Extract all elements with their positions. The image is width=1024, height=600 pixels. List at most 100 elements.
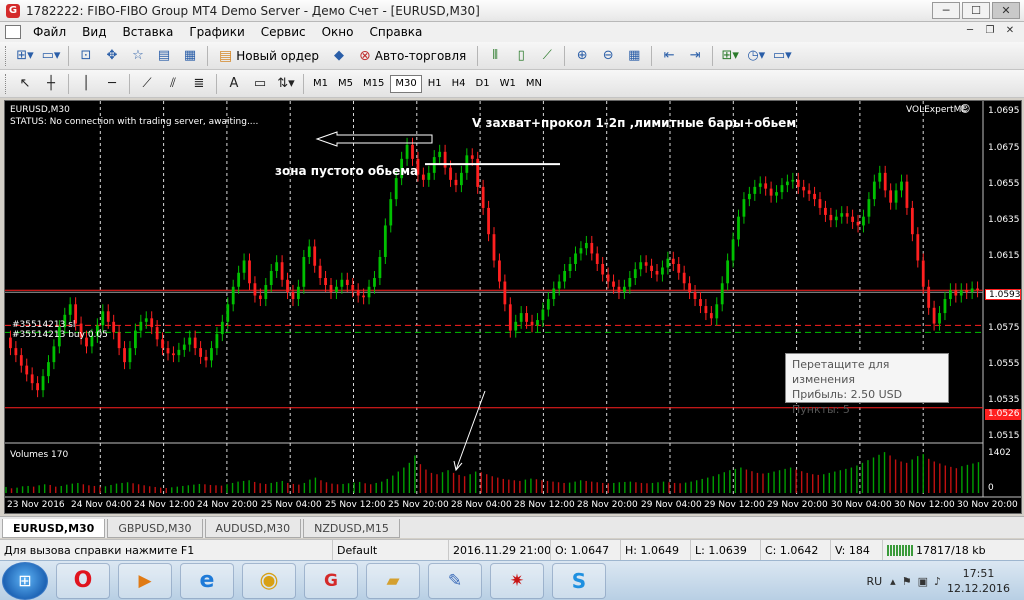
autotrade-button[interactable]: ⊗ Авто-торговля — [354, 45, 471, 67]
navigator-icon[interactable]: ☆ — [127, 45, 149, 67]
close-button[interactable]: ✕ — [992, 2, 1020, 19]
toolbar-grip[interactable] — [5, 45, 8, 66]
zoom-in-icon[interactable]: ⊕ — [571, 45, 593, 67]
mdi-restore-button[interactable]: ❐ — [982, 25, 998, 39]
indicators-icon[interactable]: ⊞▾ — [719, 45, 741, 67]
vertical-line-icon[interactable]: │ — [75, 73, 97, 95]
pdf-icon[interactable]: ✷ — [490, 562, 544, 599]
current-price-badge: 1.0593 — [985, 289, 1021, 300]
toolbar-grip[interactable] — [5, 73, 8, 94]
arrows-icon[interactable]: ⇅▾ — [275, 73, 297, 95]
chart-shift-icon[interactable]: ⇤ — [658, 45, 680, 67]
annotation-zone[interactable]: зона пустого обьема — [275, 164, 418, 178]
candle-body — [264, 285, 268, 300]
flag-icon[interactable]: ⚑ — [902, 575, 912, 588]
data-window-icon[interactable]: ✥ — [101, 45, 123, 67]
candle-body — [758, 183, 762, 187]
templates-icon[interactable]: ▭▾ — [771, 45, 793, 67]
tab-eurusd[interactable]: EURUSD,M30 — [2, 519, 106, 538]
menu-view[interactable]: Вид — [74, 25, 114, 39]
candle-body — [932, 307, 936, 324]
minimize-button[interactable]: ─ — [932, 2, 960, 19]
candle-body — [405, 144, 409, 159]
menu-window[interactable]: Окно — [314, 25, 362, 39]
mdi-close-button[interactable]: ✕ — [1002, 25, 1018, 39]
text-label-icon[interactable]: ▭ — [249, 73, 271, 95]
windows-taskbar: ⊞ O ▶ e ◉ G ▰ ✎ ✷ S RU ▴ ⚑ ▣ ♪ 17:51 12.… — [0, 560, 1024, 600]
timeframe-d1[interactable]: D1 — [472, 75, 494, 93]
candlestick-chart-icon[interactable]: ▯ — [510, 45, 532, 67]
periods-icon[interactable]: ◷▾ — [745, 45, 767, 67]
timeframe-mn[interactable]: MN — [522, 75, 546, 93]
new-chart-icon[interactable]: ⊞▾ — [14, 45, 36, 67]
profiles-icon[interactable]: ▭▾ — [40, 45, 62, 67]
bar-chart-icon[interactable]: ⫴ — [484, 45, 506, 67]
toolbar-separator — [68, 45, 69, 66]
zoom-out-icon[interactable]: ⊖ — [597, 45, 619, 67]
mdi-minimize-button[interactable]: ─ — [962, 25, 978, 39]
menu-tools[interactable]: Сервис — [253, 25, 314, 39]
metaeditor-icon[interactable]: ◆ — [328, 45, 350, 67]
expert-name-label: VOLExpertME — [906, 105, 968, 115]
candle-body — [335, 286, 338, 293]
maximize-button[interactable]: ☐ — [962, 2, 990, 19]
candle-body — [633, 269, 637, 279]
timeframe-h1[interactable]: H1 — [424, 75, 446, 93]
new-order-button[interactable]: ▤ Новый ордер — [214, 45, 324, 67]
annotation-title[interactable]: V захват+прокол 1-2п ,лимитные бары+обье… — [472, 116, 796, 130]
line-chart-icon[interactable]: ⟋ — [536, 45, 558, 67]
chart-window[interactable]: EURUSD,M30 STATUS: No connection with tr… — [4, 100, 1022, 514]
timeframe-h4[interactable]: H4 — [448, 75, 470, 93]
candle-body — [829, 214, 833, 221]
clock[interactable]: 17:51 12.12.2016 — [947, 566, 1010, 596]
chart-canvas[interactable] — [5, 101, 1022, 514]
menu-file[interactable]: Файл — [25, 25, 74, 39]
text-icon[interactable]: A — [223, 73, 245, 95]
status-open: O: 1.0647 — [550, 540, 620, 560]
menu-insert[interactable]: Вставка — [114, 25, 181, 39]
cursor-icon[interactable]: ↖ — [14, 73, 36, 95]
timeframe-w1[interactable]: W1 — [496, 75, 520, 93]
fibonacci-icon[interactable]: ≣ — [188, 73, 210, 95]
language-indicator[interactable]: RU — [866, 575, 882, 588]
traffic-label: 17817/18 kb — [916, 543, 986, 557]
tooltip-line: Перетащите для изменения — [792, 358, 890, 386]
auto-scroll-icon[interactable]: ⇥ — [684, 45, 706, 67]
menu-charts[interactable]: Графики — [181, 25, 252, 39]
candle-body — [851, 216, 854, 222]
network-icon[interactable]: ▣ — [918, 575, 928, 588]
tab-gbpusd[interactable]: GBPUSD,M30 — [107, 519, 203, 538]
timeframe-m1[interactable]: M1 — [309, 75, 332, 93]
chart-window-icon[interactable] — [5, 25, 21, 39]
timeframe-m5[interactable]: M5 — [334, 75, 357, 93]
tile-windows-icon[interactable]: ▦ — [623, 45, 645, 67]
candle-body — [628, 278, 632, 287]
tab-audusd[interactable]: AUDUSD,M30 — [204, 519, 302, 538]
horizontal-line-icon[interactable]: ─ — [101, 73, 123, 95]
strategy-tester-icon[interactable]: ▦ — [179, 45, 201, 67]
candle-body — [291, 292, 295, 300]
timeframe-m15[interactable]: M15 — [359, 75, 388, 93]
terminal-icon[interactable]: ▤ — [153, 45, 175, 67]
candle-body — [498, 260, 501, 282]
tray-expand-icon[interactable]: ▴ — [890, 575, 896, 588]
start-button[interactable]: ⊞ — [2, 561, 48, 600]
skype-icon[interactable]: S — [552, 562, 606, 599]
explorer-icon[interactable]: ▰ — [366, 562, 420, 599]
paint-icon[interactable]: ✎ — [428, 562, 482, 599]
trendline-icon[interactable]: ⟋ — [136, 73, 158, 95]
market-watch-icon[interactable]: ⊡ — [75, 45, 97, 67]
timeframe-m30[interactable]: M30 — [390, 74, 422, 93]
channel-icon[interactable]: ⫽ — [162, 73, 184, 95]
crosshair-icon[interactable]: ┼ — [40, 73, 62, 95]
candle-body — [280, 262, 284, 280]
opera-icon[interactable]: O — [56, 562, 110, 599]
volume-icon[interactable]: ♪ — [934, 575, 941, 588]
candle-body — [237, 272, 241, 287]
chrome-icon[interactable]: ◉ — [242, 562, 296, 599]
fibogroup-icon[interactable]: G — [304, 562, 358, 599]
tab-nzdusd[interactable]: NZDUSD,M15 — [303, 519, 400, 538]
menu-help[interactable]: Справка — [362, 25, 431, 39]
media-player-icon[interactable]: ▶ — [118, 562, 172, 599]
ie-icon[interactable]: e — [180, 562, 234, 599]
